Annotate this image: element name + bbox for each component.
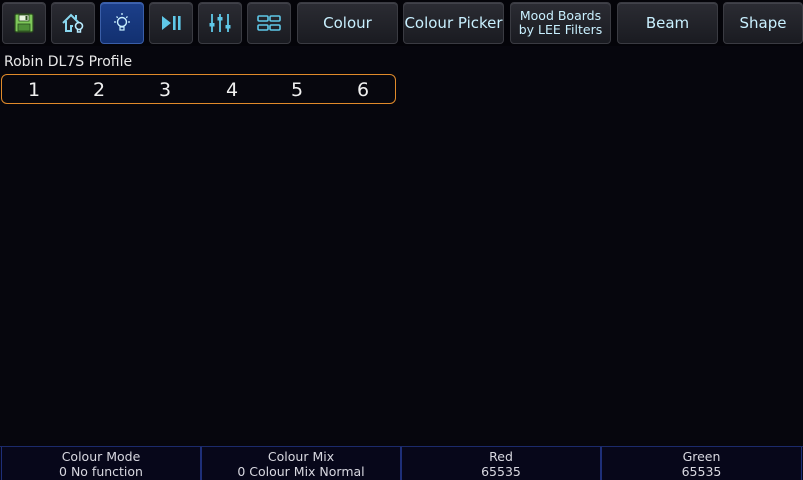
tab-beam-label: Beam: [645, 14, 690, 32]
faders-icon: [209, 14, 231, 32]
tab-shape-label: Shape: [739, 14, 787, 32]
save-icon: [14, 13, 34, 33]
encoder-label: Red: [489, 449, 513, 464]
playback-button[interactable]: [149, 2, 193, 44]
cell-5[interactable]: 5: [277, 78, 317, 102]
cell-2[interactable]: 2: [79, 78, 119, 102]
grid-icon: [257, 15, 281, 31]
encoder-label: Colour Mix: [267, 449, 335, 464]
cell-3[interactable]: 3: [145, 78, 185, 102]
lightbulb-icon: [114, 13, 130, 31]
encoder-label: Green: [682, 449, 721, 464]
cell-6[interactable]: 6: [343, 78, 383, 102]
play-pause-icon: [162, 16, 181, 30]
encoder-value: 0 No function: [59, 464, 143, 479]
tab-shape[interactable]: Shape: [723, 2, 803, 44]
faders-button[interactable]: [198, 2, 242, 44]
layout-button[interactable]: [247, 2, 291, 44]
tab-colour-label: Colour: [323, 14, 372, 32]
cell-selector: 1 2 3 4 5 6: [1, 74, 396, 104]
encoder-value: 65535: [681, 464, 722, 479]
encoder-green[interactable]: Green 65535: [601, 447, 802, 480]
save-button[interactable]: [2, 2, 46, 44]
tab-mood-boards-line1: Mood Boards: [519, 8, 602, 23]
encoder-bar: Colour Mode 0 No function Colour Mix 0 C…: [0, 446, 803, 480]
tab-mood-boards[interactable]: Mood Boards by LEE Filters: [510, 2, 611, 44]
encoder-value: 0 Colour Mix Normal: [237, 464, 365, 479]
tab-colour-picker-label: Colour Picker: [404, 14, 503, 32]
app-window: Colour Colour Picker Mood Boards by LEE …: [0, 0, 803, 480]
tab-mood-boards-label: Mood Boards by LEE Filters: [519, 9, 603, 37]
encoder-value: 65535: [481, 464, 521, 479]
cell-1[interactable]: 1: [14, 78, 54, 102]
tab-mood-boards-line2: by LEE Filters: [518, 22, 603, 37]
tab-colour[interactable]: Colour: [297, 2, 398, 44]
fixture-control-button[interactable]: [100, 2, 144, 44]
cell-4[interactable]: 4: [212, 78, 252, 102]
tab-beam[interactable]: Beam: [617, 2, 718, 44]
fixture-title: Robin DL7S Profile: [4, 54, 133, 70]
home-button[interactable]: [51, 2, 95, 44]
tab-colour-picker[interactable]: Colour Picker: [403, 2, 504, 44]
home-icon: [62, 13, 84, 33]
toolbar: Colour Colour Picker Mood Boards by LEE …: [0, 0, 803, 46]
encoder-label: Colour Mode: [61, 449, 141, 464]
encoder-colour-mode[interactable]: Colour Mode 0 No function: [1, 447, 201, 480]
encoder-colour-mix[interactable]: Colour Mix 0 Colour Mix Normal: [201, 447, 401, 480]
encoder-red[interactable]: Red 65535: [401, 447, 601, 480]
